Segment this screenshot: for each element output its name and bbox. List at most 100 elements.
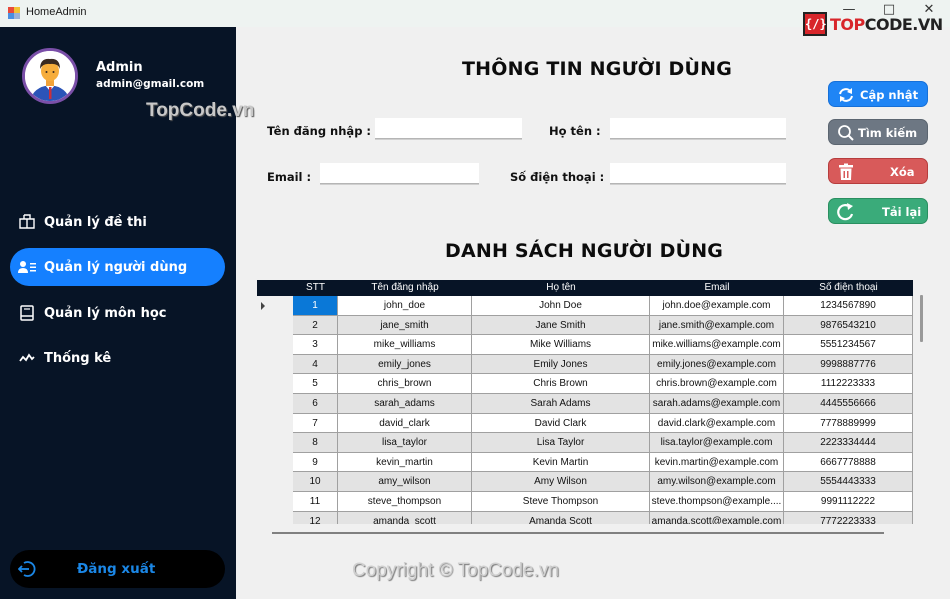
row-username-cell[interactable]: jane_smith	[338, 315, 472, 336]
row-email-cell[interactable]: amanda.scott@example.com	[650, 511, 784, 524]
row-header[interactable]	[257, 354, 293, 375]
row-email-cell[interactable]: lisa.taylor@example.com	[650, 433, 784, 453]
row-stt-cell[interactable]: 2	[293, 315, 338, 336]
reload-button[interactable]: Tải lại	[828, 198, 928, 224]
row-email-cell[interactable]: mike.williams@example.com	[650, 335, 784, 355]
row-header[interactable]	[257, 296, 293, 316]
row-phone-cell[interactable]: 7772223333	[784, 511, 913, 524]
row-fullname-cell[interactable]: Kevin Martin	[472, 452, 650, 473]
row-header[interactable]	[257, 413, 293, 434]
row-fullname-cell[interactable]: Mike Williams	[472, 335, 650, 355]
row-stt-cell[interactable]: 3	[293, 335, 338, 355]
row-stt-cell[interactable]: 6	[293, 394, 338, 414]
row-header[interactable]	[257, 472, 293, 492]
table-row[interactable]: 6 sarah_adams Sarah Adams sarah.adams@examp…	[257, 394, 913, 414]
row-fullname-cell[interactable]: John Doe	[472, 296, 650, 316]
row-stt-cell[interactable]: 8	[293, 433, 338, 453]
row-username-cell[interactable]: sarah_adams	[338, 394, 472, 414]
row-stt-cell[interactable]: 12	[293, 511, 338, 524]
row-phone-cell[interactable]: 4445556666	[784, 394, 913, 414]
table-row[interactable]: 10 amy_wilson Amy Wilson amy.wilson@example…	[257, 472, 913, 492]
row-phone-cell[interactable]: 9991112222	[784, 492, 913, 512]
row-stt-cell[interactable]: 11	[293, 492, 338, 512]
row-phone-cell[interactable]: 1234567890	[784, 296, 913, 316]
table-row[interactable]: 1 john_doe John Doe john.doe@example.com 123…	[257, 296, 913, 316]
column-header-email[interactable]: Email	[650, 282, 784, 293]
row-username-cell[interactable]: emily_jones	[338, 354, 472, 375]
row-phone-cell[interactable]: 9998887776	[784, 354, 913, 375]
row-username-cell[interactable]: chris_brown	[338, 374, 472, 394]
delete-button[interactable]: Xóa	[828, 158, 928, 184]
row-email-cell[interactable]: steve.thompson@example....	[650, 492, 784, 512]
column-header-username[interactable]: Tên đăng nhập	[338, 282, 472, 293]
row-header[interactable]	[257, 394, 293, 414]
row-stt-cell[interactable]: 1	[293, 296, 338, 316]
row-username-cell[interactable]: amanda_scott	[338, 511, 472, 524]
column-header-stt[interactable]: STT	[293, 282, 338, 293]
row-email-cell[interactable]: john.doe@example.com	[650, 296, 784, 316]
row-fullname-cell[interactable]: David Clark	[472, 413, 650, 434]
row-email-cell[interactable]: chris.brown@example.com	[650, 374, 784, 394]
row-username-cell[interactable]: kevin_martin	[338, 452, 472, 473]
table-row[interactable]: 9 kevin_martin Kevin Martin kevin.martin@ex…	[257, 452, 913, 473]
row-header[interactable]	[257, 492, 293, 512]
table-row[interactable]: 12 amanda_scott Amanda Scott amanda.scott@e…	[257, 511, 913, 524]
row-fullname-cell[interactable]: Jane Smith	[472, 315, 650, 336]
row-username-cell[interactable]: lisa_taylor	[338, 433, 472, 453]
table-row[interactable]: 5 chris_brown Chris Brown chris.brown@examp…	[257, 374, 913, 394]
row-email-cell[interactable]: jane.smith@example.com	[650, 315, 784, 336]
row-phone-cell[interactable]: 5554443333	[784, 472, 913, 492]
row-phone-cell[interactable]: 9876543210	[784, 315, 913, 336]
row-fullname-cell[interactable]: Emily Jones	[472, 354, 650, 375]
sidebar-item-exams[interactable]: Quản lý đề thi	[10, 203, 225, 241]
row-email-cell[interactable]: david.clark@example.com	[650, 413, 784, 434]
row-header[interactable]	[257, 433, 293, 453]
row-stt-cell[interactable]: 9	[293, 452, 338, 473]
row-username-cell[interactable]: steve_thompson	[338, 492, 472, 512]
username-input[interactable]	[375, 118, 522, 139]
row-fullname-cell[interactable]: Chris Brown	[472, 374, 650, 394]
logout-button[interactable]: Đăng xuất	[10, 550, 225, 588]
table-row[interactable]: 7 david_clark David Clark david.clark@examp…	[257, 413, 913, 434]
sidebar-item-users[interactable]: Quản lý người dùng	[10, 248, 225, 286]
table-row[interactable]: 11 steve_thompson Steve Thompson steve.thom…	[257, 492, 913, 512]
sidebar-item-statistics[interactable]: Thống kê	[10, 339, 225, 377]
row-email-cell[interactable]: emily.jones@example.com	[650, 354, 784, 375]
search-button[interactable]: Tìm kiếm	[828, 119, 928, 145]
row-stt-cell[interactable]: 4	[293, 354, 338, 375]
table-row[interactable]: 3 mike_williams Mike Williams mike.williams…	[257, 335, 913, 355]
row-stt-cell[interactable]: 5	[293, 374, 338, 394]
row-email-cell[interactable]: sarah.adams@example.com	[650, 394, 784, 414]
row-email-cell[interactable]: kevin.martin@example.com	[650, 452, 784, 473]
row-email-cell[interactable]: amy.wilson@example.com	[650, 472, 784, 492]
row-header[interactable]	[257, 511, 293, 524]
row-username-cell[interactable]: amy_wilson	[338, 472, 472, 492]
row-fullname-cell[interactable]: Amy Wilson	[472, 472, 650, 492]
phone-input[interactable]	[610, 163, 786, 184]
table-row[interactable]: 2 jane_smith Jane Smith jane.smith@example.…	[257, 315, 913, 336]
row-phone-cell[interactable]: 2223334444	[784, 433, 913, 453]
row-fullname-cell[interactable]: Steve Thompson	[472, 492, 650, 512]
row-phone-cell[interactable]: 7778889999	[784, 413, 913, 434]
table-row[interactable]: 4 emily_jones Emily Jones emily.jones@examp…	[257, 354, 913, 375]
row-header[interactable]	[257, 335, 293, 355]
row-stt-cell[interactable]: 7	[293, 413, 338, 434]
table-row[interactable]: 8 lisa_taylor Lisa Taylor lisa.taylor@examp…	[257, 433, 913, 453]
users-grid[interactable]: STT Tên đăng nhập Họ tên Email Số điện t…	[257, 280, 913, 524]
row-header[interactable]	[257, 452, 293, 473]
row-header[interactable]	[257, 315, 293, 336]
row-username-cell[interactable]: john_doe	[338, 296, 472, 316]
row-fullname-cell[interactable]: Lisa Taylor	[472, 433, 650, 453]
update-button[interactable]: Cập nhật	[828, 81, 928, 107]
sidebar-item-subjects[interactable]: Quản lý môn học	[10, 294, 225, 332]
row-phone-cell[interactable]: 1112223333	[784, 374, 913, 394]
email-input[interactable]	[320, 163, 479, 184]
fullname-input[interactable]	[610, 118, 786, 139]
row-fullname-cell[interactable]: Sarah Adams	[472, 394, 650, 414]
row-stt-cell[interactable]: 10	[293, 472, 338, 492]
row-username-cell[interactable]: mike_williams	[338, 335, 472, 355]
row-phone-cell[interactable]: 6667778888	[784, 452, 913, 473]
row-username-cell[interactable]: david_clark	[338, 413, 472, 434]
column-header-fullname[interactable]: Họ tên	[472, 282, 650, 293]
column-header-phone[interactable]: Số điện thoại	[784, 282, 913, 293]
